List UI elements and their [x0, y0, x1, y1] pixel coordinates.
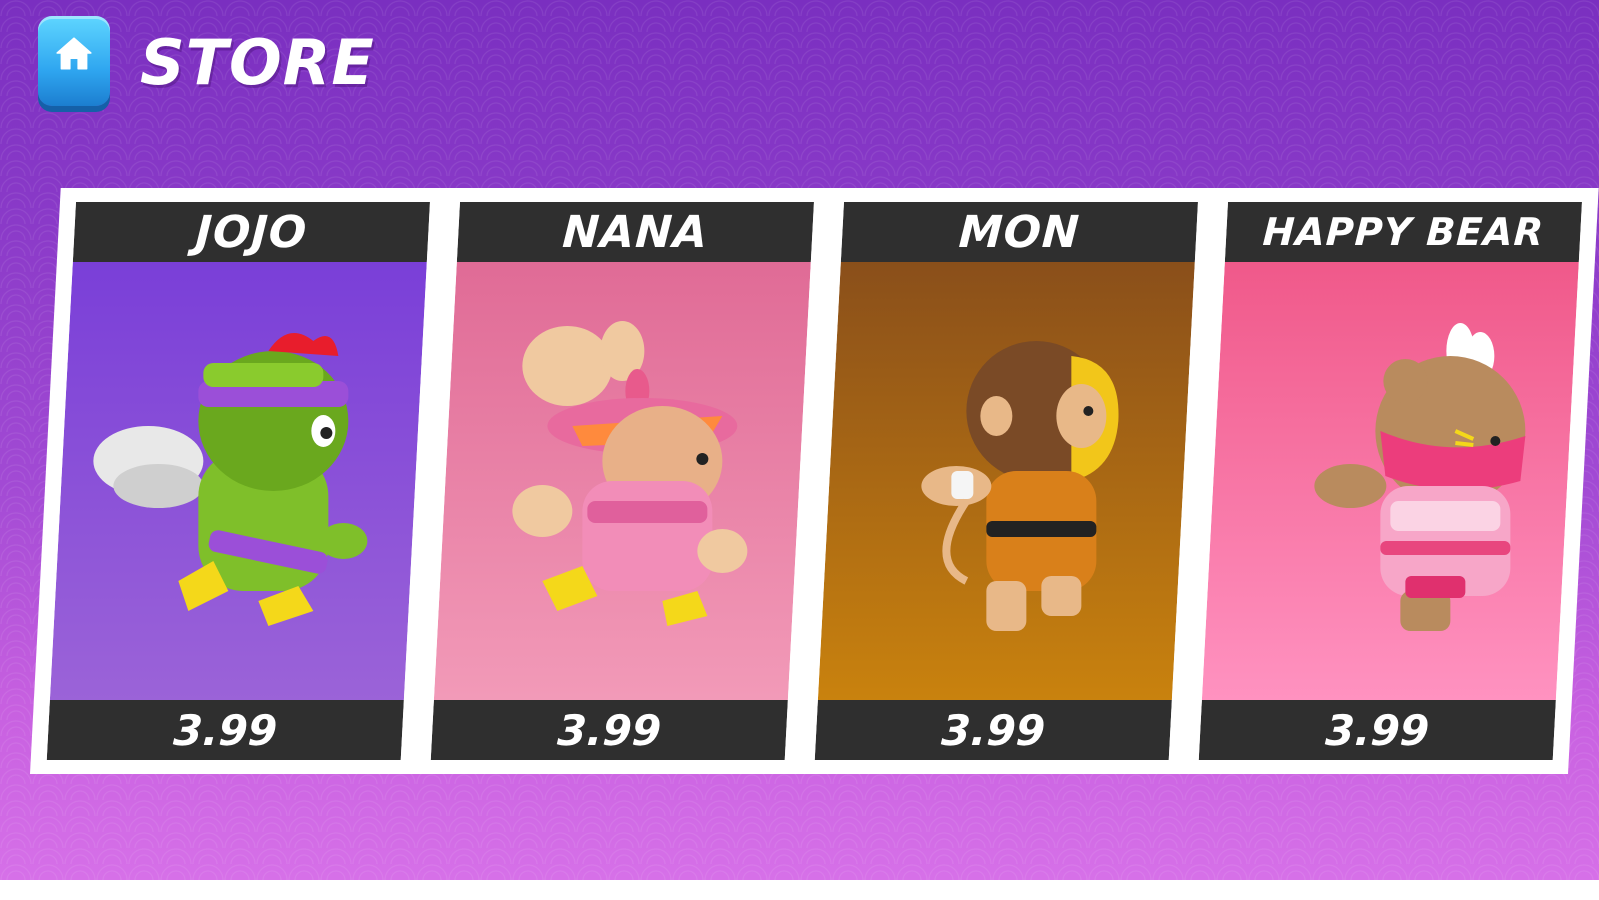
- store-item-jojo[interactable]: JOJO 3.99: [30, 188, 447, 774]
- item-price: 3.99: [1198, 700, 1556, 760]
- store-item-nana[interactable]: NANA 3.99: [414, 188, 831, 774]
- item-artwork: [817, 262, 1195, 700]
- green-rooster-ninja-icon: [93, 333, 368, 626]
- item-artwork: [49, 262, 427, 700]
- pink-bunny-ninja-icon: [512, 321, 748, 626]
- item-price: 3.99: [46, 700, 404, 760]
- home-icon: [56, 37, 92, 70]
- pink-bear-ninja-icon: [1314, 323, 1526, 631]
- store-item-happy-bear[interactable]: HAPPY BEAR 3.99: [1182, 188, 1599, 774]
- item-price: 3.99: [814, 700, 1172, 760]
- item-name: HAPPY BEAR: [1224, 202, 1582, 262]
- item-artwork: [1201, 262, 1579, 700]
- item-price: 3.99: [430, 700, 788, 760]
- store-screen: STORE JOJO 3.99 NANA 3.99 MON 3.99 HAPPY…: [0, 0, 1599, 880]
- item-name: JOJO: [72, 202, 430, 262]
- item-name: NANA: [456, 202, 814, 262]
- item-artwork: [433, 262, 811, 700]
- page-title: STORE: [140, 26, 375, 99]
- home-button[interactable]: [38, 16, 110, 106]
- item-name: MON: [840, 202, 1198, 262]
- store-item-mon[interactable]: MON 3.99: [798, 188, 1215, 774]
- orange-monkey-ninja-icon: [921, 341, 1119, 631]
